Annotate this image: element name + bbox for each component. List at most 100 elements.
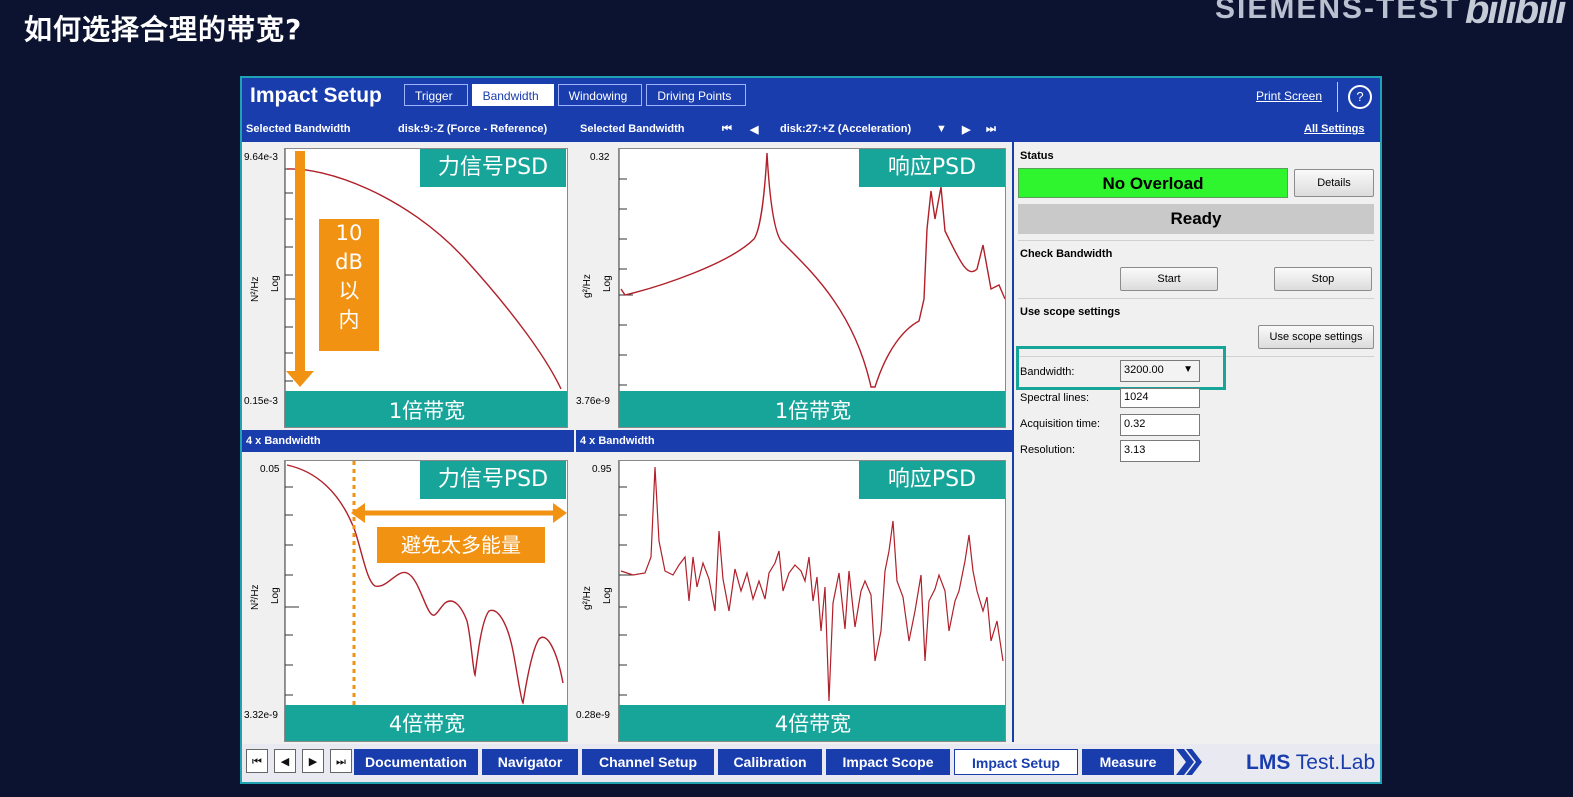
step-windowing[interactable]: Windowing: [557, 84, 643, 106]
channel-dropdown-icon[interactable]: ▼: [936, 123, 947, 135]
workflow-bar: ⏮ ◀ ▶ ⏭ Documentation Navigator Channel …: [242, 744, 1380, 782]
last-icon[interactable]: ⏭: [986, 123, 996, 136]
section-4x-left: 4 x Bandwidth: [242, 430, 574, 452]
response-4x-curve-svg: [619, 461, 1004, 741]
logo-bold: LMS: [1246, 751, 1291, 774]
scale-label: Log: [602, 587, 613, 604]
unit-label: g²/Hz: [582, 586, 593, 610]
next-icon[interactable]: ▶: [962, 123, 970, 136]
unit-label: g²/Hz: [582, 274, 593, 298]
divider: [1337, 82, 1338, 112]
selected-bandwidth-label-left: Selected Bandwidth: [246, 123, 351, 135]
lms-testlab-logo: LMS Test.Lab: [1246, 751, 1375, 775]
annotation-line: 以: [338, 279, 360, 303]
top-bar: Impact Setup Trigger Bandwidth Windowing…: [242, 78, 1380, 116]
scale-label: Log: [270, 587, 281, 604]
workflow-navigator[interactable]: Navigator: [482, 749, 578, 775]
step-driving-points[interactable]: Driving Points: [646, 84, 747, 106]
plot-response-1x[interactable]: 响应PSD 1倍带宽: [618, 148, 1006, 428]
resolution-field[interactable]: 3.13: [1120, 440, 1200, 462]
plot-tag: 力信号PSD: [420, 149, 566, 187]
y-axis-bottom-left: 0.05 3.32e-9 N²/Hz Log: [242, 454, 284, 742]
use-scope-settings-button[interactable]: Use scope settings: [1258, 325, 1374, 349]
workflow-measure[interactable]: Measure: [1082, 749, 1174, 775]
annotation-line: 10: [335, 221, 363, 245]
last-page-icon[interactable]: ⏭: [330, 749, 352, 773]
resolution-label: Resolution:: [1020, 444, 1076, 456]
workflow-impact-scope[interactable]: Impact Scope: [826, 749, 950, 775]
scale-label: Log: [270, 275, 281, 292]
step-trigger[interactable]: Trigger: [404, 84, 468, 106]
slide-title: 如何选择合理的带宽?: [24, 13, 303, 46]
avoid-annotation: 避免太多能量: [377, 527, 545, 563]
workflow-impact-setup[interactable]: Impact Setup: [954, 749, 1078, 775]
selected-bandwidth-label-right: Selected Bandwidth: [580, 123, 685, 135]
settings-panel: Status No Overload Details Ready Check B…: [1012, 142, 1380, 742]
app-title: Impact Setup: [250, 84, 382, 107]
print-screen-link[interactable]: Print Screen: [1256, 89, 1322, 103]
y-axis-top-right: 0.32 3.76e-9 g²/Hz Log: [574, 142, 618, 428]
plot-tag: 响应PSD: [859, 461, 1005, 499]
arrow-shaft: [295, 151, 305, 373]
ymin-label: 0.15e-3: [244, 396, 278, 407]
first-icon[interactable]: ⏮: [722, 123, 732, 136]
lms-window: Impact Setup Trigger Bandwidth Windowing…: [240, 76, 1382, 784]
step-bandwidth[interactable]: Bandwidth: [471, 84, 554, 106]
acquisition-time-field[interactable]: 0.32: [1120, 414, 1200, 436]
acquisition-time-label: Acquisition time:: [1020, 418, 1101, 430]
more-steps-icon[interactable]: [1176, 749, 1202, 775]
help-icon[interactable]: ?: [1348, 85, 1372, 109]
bandwidth-select[interactable]: 3200.00 ▼: [1120, 360, 1200, 382]
spectral-lines-field[interactable]: 1024: [1120, 388, 1200, 408]
brand-logo: SIEMENS-TEST: [1215, 0, 1461, 25]
unit-label: N²/Hz: [250, 276, 261, 302]
watermark-logo: bilibili: [1465, 0, 1567, 32]
ready-status: Ready: [1018, 204, 1374, 234]
plot-tag: 力信号PSD: [420, 461, 566, 499]
ymin-label: 0.28e-9: [576, 710, 610, 721]
scale-label: Log: [602, 275, 613, 292]
first-page-icon[interactable]: ⏮: [246, 749, 268, 773]
response-1x-curve-svg: [619, 149, 1005, 427]
start-button[interactable]: Start: [1120, 267, 1218, 291]
divider: [1018, 240, 1374, 241]
logo-rest: Test.Lab: [1290, 751, 1376, 774]
down-arrow-icon: [286, 371, 314, 387]
ymax-label: 0.95: [592, 464, 612, 475]
plot-response-4x[interactable]: 响应PSD 4倍带宽: [618, 460, 1006, 742]
y-axis-top-left: 9.64e-3 0.15e-3 N²/Hz Log: [242, 142, 284, 428]
bandwidth-value: 3200.00: [1124, 364, 1164, 376]
plot-force-1x[interactable]: 力信号PSD 1倍带宽 10 dB 以 内: [284, 148, 568, 428]
response-channel: disk:27:+Z (Acceleration): [780, 123, 912, 135]
stop-button[interactable]: Stop: [1274, 267, 1372, 291]
overload-indicator: No Overload: [1018, 168, 1288, 198]
ymin-label: 3.32e-9: [244, 710, 278, 721]
annotation-line: dB: [335, 250, 363, 274]
prev-page-icon[interactable]: ◀: [274, 749, 296, 773]
plot-tag: 响应PSD: [859, 149, 1005, 187]
prev-icon[interactable]: ◀: [750, 123, 758, 136]
ymax-label: 9.64e-3: [244, 152, 278, 163]
ymax-label: 0.05: [260, 464, 280, 475]
spectral-lines-label: Spectral lines:: [1020, 392, 1090, 404]
scope-settings-label: Use scope settings: [1020, 306, 1121, 318]
workflow-calibration[interactable]: Calibration: [718, 749, 822, 775]
selection-bar: Selected Bandwidth disk:9:-Z (Force - Re…: [242, 116, 1380, 142]
unit-label: N²/Hz: [250, 584, 261, 610]
plot-force-4x[interactable]: 力信号PSD 避免太多能量 4倍带宽: [284, 460, 568, 742]
plot-caption: 1倍带宽: [619, 391, 1005, 427]
setup-steps: Trigger Bandwidth Windowing Driving Poin…: [404, 84, 750, 106]
ymax-label: 0.32: [590, 152, 610, 163]
plot-caption: 1倍带宽: [285, 391, 567, 427]
ymin-label: 3.76e-9: [576, 396, 610, 407]
plot-caption: 4倍带宽: [285, 705, 567, 741]
workflow-channel-setup[interactable]: Channel Setup: [582, 749, 714, 775]
y-axis-bottom-right: 0.95 0.28e-9 g²/Hz Log: [574, 454, 618, 742]
next-page-icon[interactable]: ▶: [302, 749, 324, 773]
force-4x-curve-svg: [285, 461, 567, 741]
check-bandwidth-label: Check Bandwidth: [1020, 248, 1113, 260]
bandwidth-label: Bandwidth:: [1020, 366, 1075, 378]
all-settings-link[interactable]: All Settings: [1304, 123, 1365, 135]
details-button[interactable]: Details: [1294, 169, 1374, 197]
workflow-documentation[interactable]: Documentation: [354, 749, 478, 775]
